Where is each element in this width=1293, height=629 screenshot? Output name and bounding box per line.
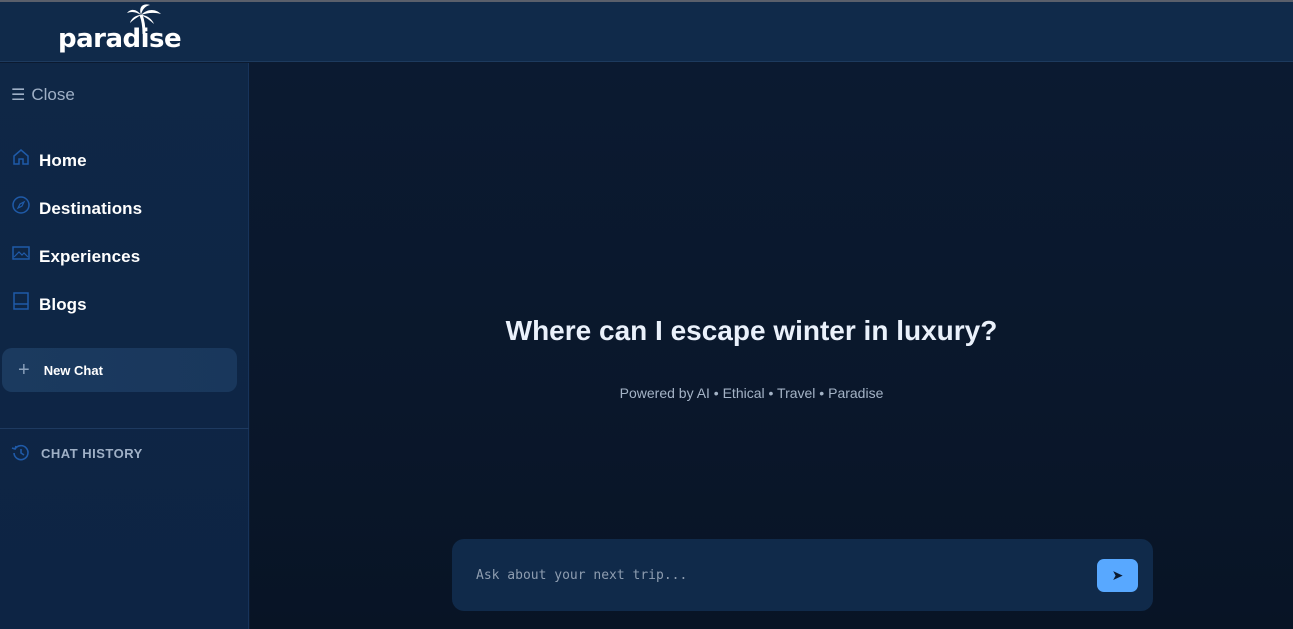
main-content: Where can I escape winter in luxury? Pow… — [250, 63, 1293, 629]
sidebar-item-label: Blogs — [39, 295, 87, 314]
sidebar-item-experiences[interactable]: Experiences — [11, 242, 140, 272]
tagline: Powered by AI • Ethical • Travel • Parad… — [619, 385, 884, 401]
page-title: Where can I escape winter in luxury? — [505, 315, 998, 346]
close-label: Close — [31, 85, 75, 104]
sidebar-item-label: Destinations — [39, 199, 143, 218]
new-chat-label: New Chat — [43, 362, 103, 378]
hamburger-icon: ☰ — [11, 87, 26, 104]
home-icon — [13, 149, 29, 165]
send-button[interactable]: ➤ — [1097, 559, 1138, 592]
sidebar: ☰ Close Home Destinations Experiences Bl… — [0, 63, 249, 629]
logo-wordmark: paradise — [58, 24, 182, 54]
image-icon — [12, 246, 30, 260]
chat-input[interactable] — [464, 557, 1074, 593]
send-icon: ➤ — [1111, 567, 1124, 583]
book-icon — [13, 292, 29, 310]
sidebar-item-label: Home — [39, 151, 87, 170]
compass-icon — [12, 196, 30, 214]
sidebar-close-button[interactable]: ☰ Close — [11, 83, 75, 107]
plus-icon: + — [18, 359, 30, 381]
sidebar-item-label: Experiences — [39, 247, 141, 266]
new-chat-button[interactable]: + New Chat — [2, 348, 237, 392]
chat-history-label: CHAT HISTORY — [41, 445, 143, 461]
paradise-logo[interactable]: paradise — [58, 4, 182, 58]
sidebar-item-blogs[interactable]: Blogs — [11, 290, 87, 320]
sidebar-item-home[interactable]: Home — [11, 146, 87, 176]
chat-composer: ➤ — [452, 539, 1153, 611]
sidebar-item-destinations[interactable]: Destinations — [11, 194, 142, 224]
top-header: paradise — [0, 2, 1293, 62]
sidebar-divider — [0, 428, 249, 429]
history-icon — [11, 444, 29, 461]
chat-history-header[interactable]: CHAT HISTORY — [11, 443, 143, 463]
